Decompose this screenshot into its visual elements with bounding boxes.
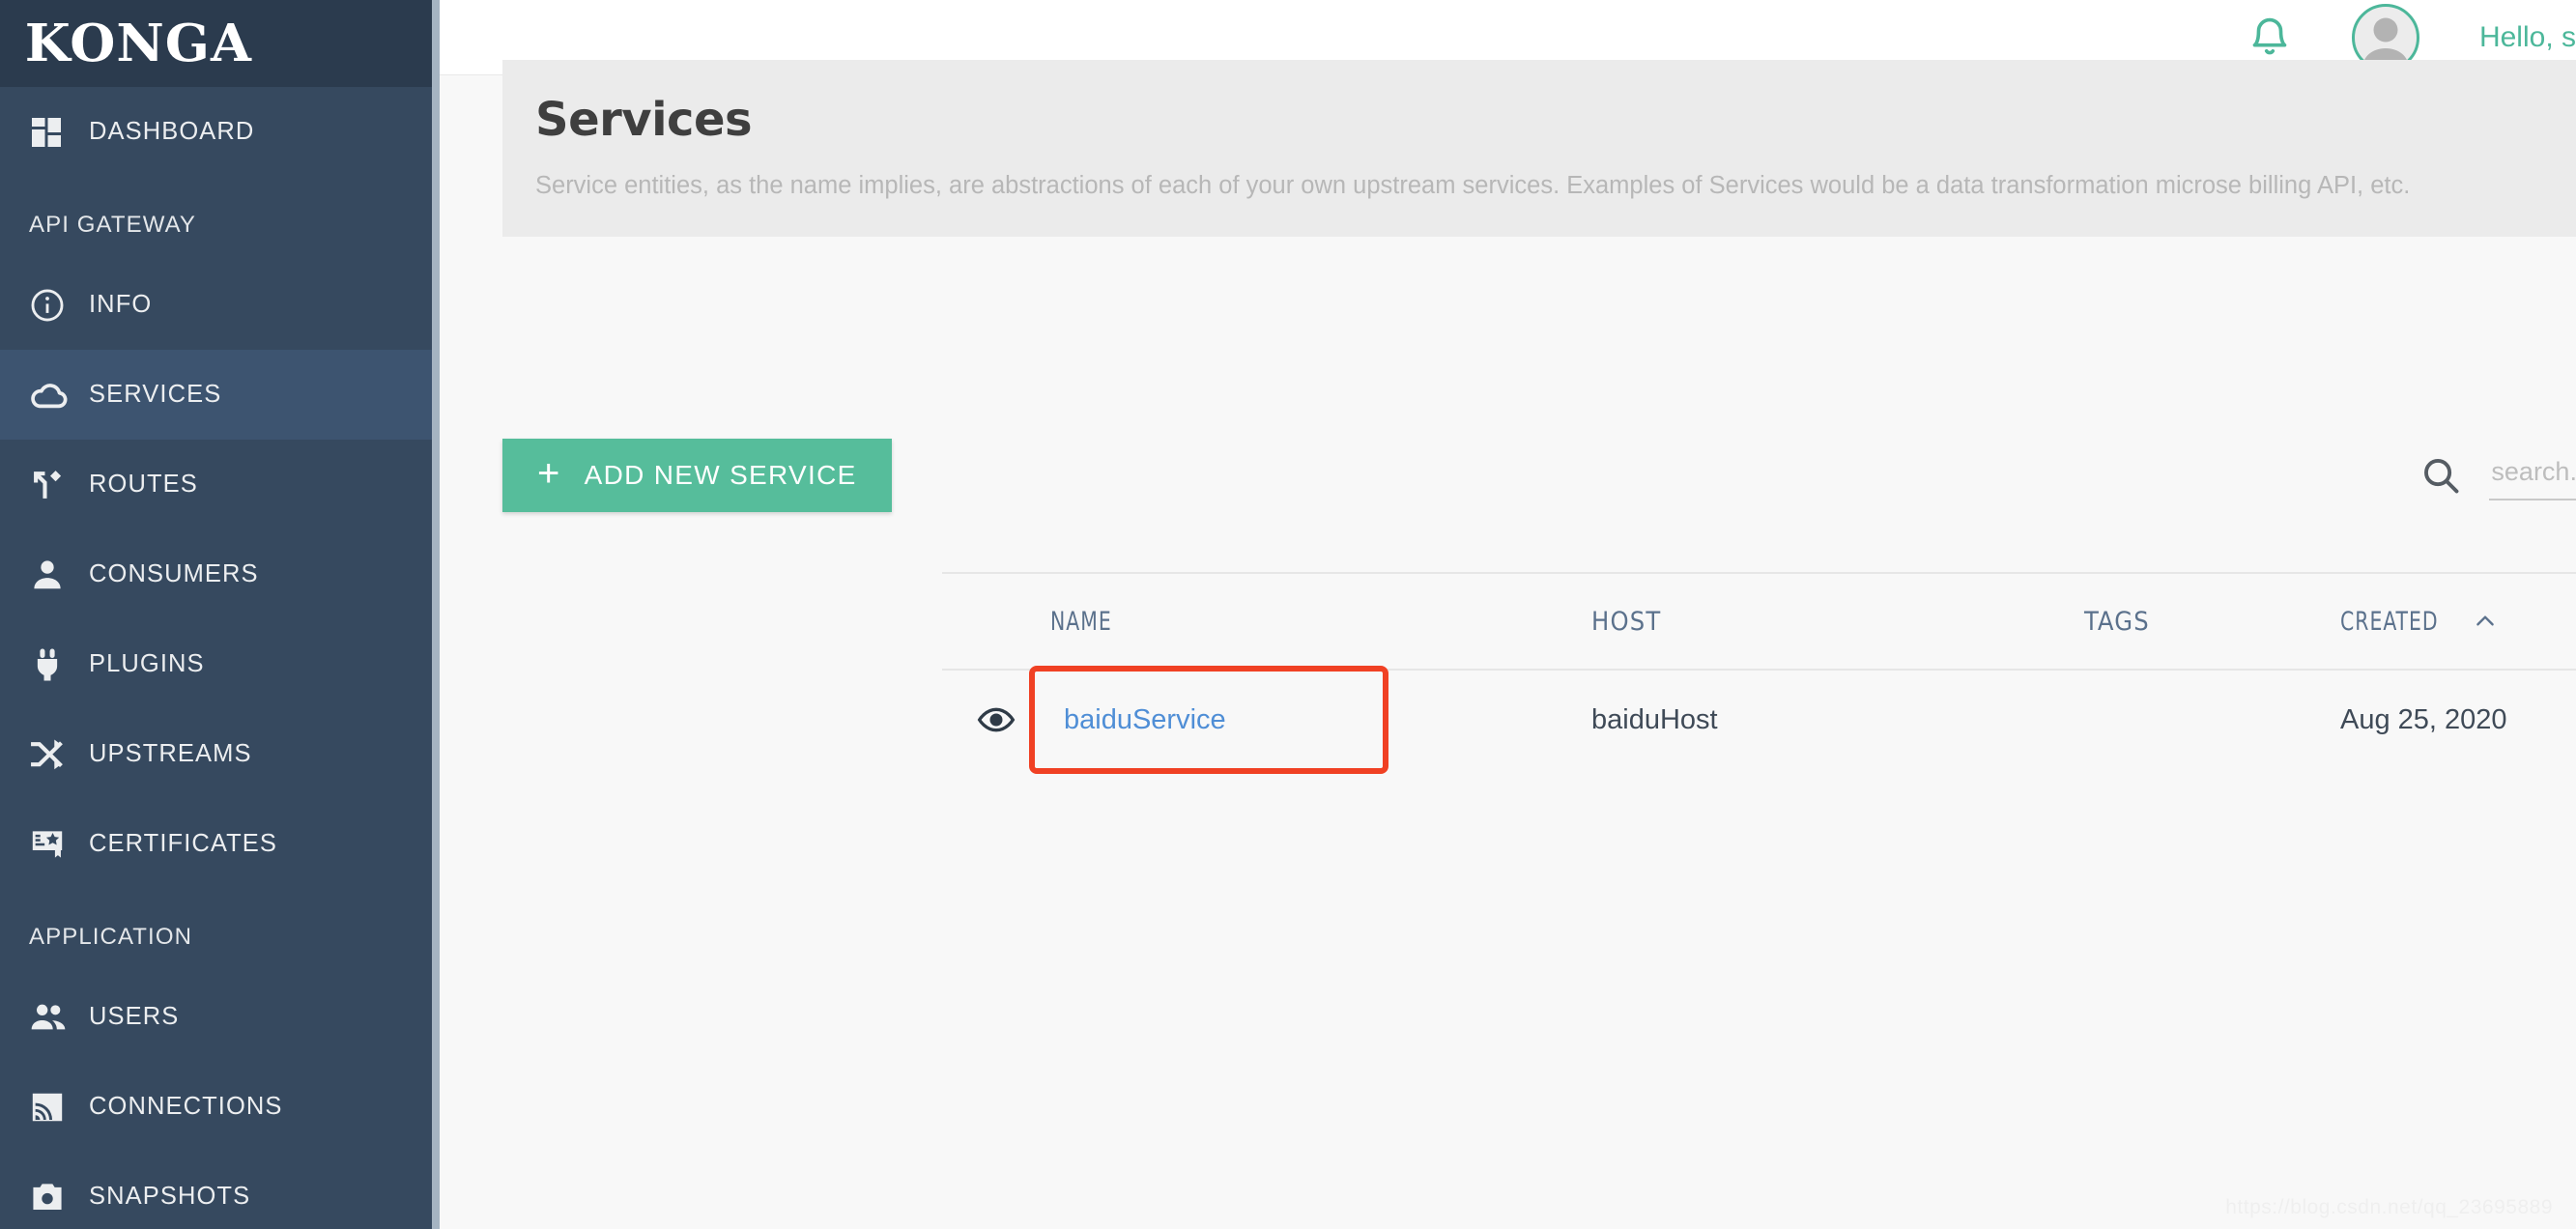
sidebar-item-label: PLUGINS [89,650,205,677]
eye-icon[interactable] [977,700,1016,739]
brand-logo[interactable]: KONGA [0,0,432,87]
highlight-annotation-box: baiduService [1029,666,1388,774]
sidebar-item-consumers[interactable]: CONSUMERS [0,529,432,619]
add-new-service-button[interactable]: + ADD NEW SERVICE [502,439,892,512]
people-icon [29,998,89,1037]
table-row[interactable]: baiduService baiduHost Aug 25, 2020 D [942,666,2576,774]
sidebar-item-label: SERVICES [89,381,222,408]
search-icon[interactable] [2419,454,2462,497]
app-root: KONGA DASHBOARD API GATEWAY INFO SERVICE… [0,0,2576,1229]
person-icon [29,557,89,593]
sidebar-item-label: CONSUMERS [89,560,259,587]
sidebar-item-label: DASHBOARD [89,118,255,145]
camera-icon [29,1179,89,1215]
plug-icon [29,646,89,683]
sidebar-item-connections[interactable]: CONNECTIONS [0,1062,432,1152]
dashboard-icon [29,115,89,150]
sidebar-nav: DASHBOARD API GATEWAY INFO SERVICES ROUT… [0,87,432,1229]
page-description: Service entities, as the name implies, a… [535,172,2411,199]
cast-icon [29,1089,89,1126]
sidebar-section-application: APPLICATION [0,902,432,972]
sidebar-item-routes[interactable]: ROUTES [0,440,432,529]
bell-icon[interactable] [2247,15,2292,60]
sort-ascending-icon[interactable] [2473,609,2498,634]
search-input[interactable] [2489,450,2576,500]
certificate-icon [29,826,89,863]
search-area: Resul [2419,450,2576,500]
sidebar: KONGA DASHBOARD API GATEWAY INFO SERVICE… [0,0,440,1229]
service-host: baiduHost [1591,703,1718,735]
sidebar-item-users[interactable]: USERS [0,972,432,1062]
service-name-link[interactable]: baiduService [1064,704,1226,736]
sidebar-item-dashboard[interactable]: DASHBOARD [0,87,432,177]
page-banner: Services Service entities, as the name i… [502,60,2576,237]
sidebar-section-api-gateway: API GATEWAY [0,190,432,260]
sidebar-item-label: SNAPSHOTS [89,1183,251,1210]
column-header-created[interactable]: CREATED [2340,607,2439,637]
services-table: NAME HOST TAGS CREATED baiduService baid… [942,572,2576,774]
sidebar-item-certificates[interactable]: CERTIFICATES [0,799,432,889]
sidebar-item-label: ROUTES [89,471,198,498]
sidebar-item-label: INFO [89,291,153,318]
add-new-service-label: ADD NEW SERVICE [584,460,857,490]
sidebar-item-snapshots[interactable]: SNAPSHOTS [0,1152,432,1229]
sidebar-item-upstreams[interactable]: UPSTREAMS [0,709,432,799]
greeting-label: Hello, s [2478,20,2576,53]
main-content: Hello, s Services Service entities, as t… [440,0,2576,1229]
plus-icon: + [537,452,561,495]
sidebar-item-label: CONNECTIONS [89,1093,283,1120]
info-icon [29,287,89,324]
sidebar-item-services[interactable]: SERVICES [0,350,432,440]
sidebar-item-label: USERS [89,1003,180,1030]
sidebar-section-label: APPLICATION [29,924,193,950]
column-header-host[interactable]: HOST [1591,607,1661,637]
table-header-row: NAME HOST TAGS CREATED [942,574,2576,671]
sidebar-item-info[interactable]: INFO [0,260,432,350]
watermark: https://blog.csdn.net/qq_23695889 [2225,1196,2553,1218]
column-header-name[interactable]: NAME [1050,607,1112,637]
service-created: Aug 25, 2020 [2340,703,2507,735]
sidebar-item-label: UPSTREAMS [89,740,252,767]
sidebar-item-label: CERTIFICATES [89,830,278,857]
sidebar-item-plugins[interactable]: PLUGINS [0,619,432,709]
routes-icon [29,467,89,503]
page-title: Services [535,93,753,147]
brand-logo-text: KONGA [24,13,252,73]
sidebar-section-label: API GATEWAY [29,212,197,238]
shuffle-icon [29,736,89,773]
toolbar: + ADD NEW SERVICE Resul [502,437,2576,514]
cloud-icon [29,375,89,415]
column-header-tags[interactable]: TAGS [2084,607,2150,637]
